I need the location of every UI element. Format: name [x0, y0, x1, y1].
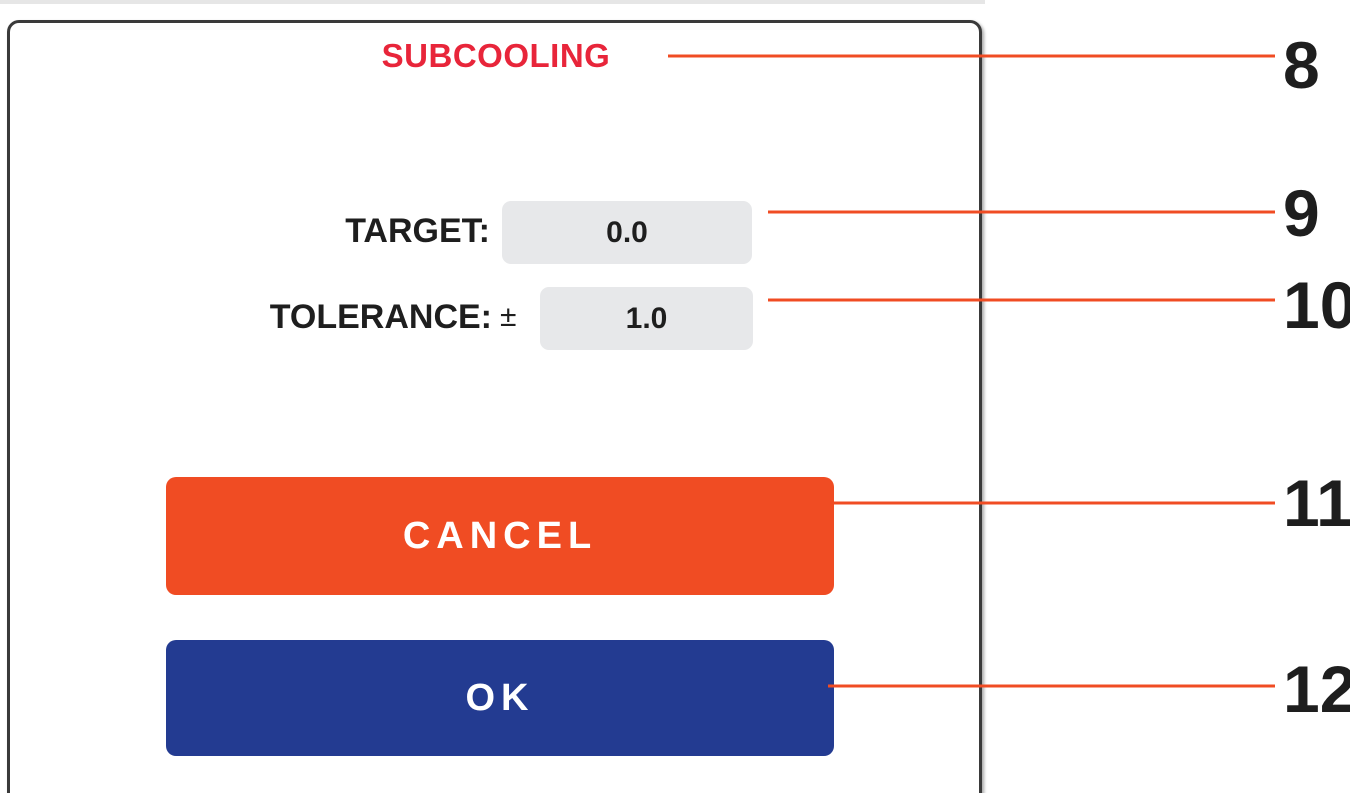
- cancel-button[interactable]: CANCEL: [166, 477, 834, 595]
- cancel-button-label: CANCEL: [402, 514, 598, 557]
- tolerance-field[interactable]: 1.0: [540, 287, 753, 350]
- callout-number-9: 9: [1283, 176, 1320, 250]
- target-field[interactable]: 0.0: [502, 201, 752, 264]
- callout-number-10: 10: [1283, 268, 1350, 342]
- tolerance-value: 1.0: [625, 301, 668, 335]
- target-value: 0.0: [606, 215, 648, 249]
- tolerance-label: TOLERANCE:: [269, 298, 492, 336]
- screen: SUBCOOLING TARGET: 0.0 TOLERANCE: ± 1.0 …: [0, 0, 1350, 793]
- callout-number-8: 8: [1283, 28, 1320, 102]
- callout-number-11: 11: [1283, 466, 1350, 540]
- target-label: TARGET:: [345, 212, 490, 250]
- dialog-title: SUBCOOLING: [381, 37, 611, 74]
- top-divider: [0, 0, 985, 4]
- plus-minus-symbol: ±: [500, 300, 517, 333]
- callout-number-12: 12: [1283, 652, 1350, 726]
- ok-button-label: OK: [465, 676, 535, 719]
- ok-button[interactable]: OK: [166, 640, 834, 756]
